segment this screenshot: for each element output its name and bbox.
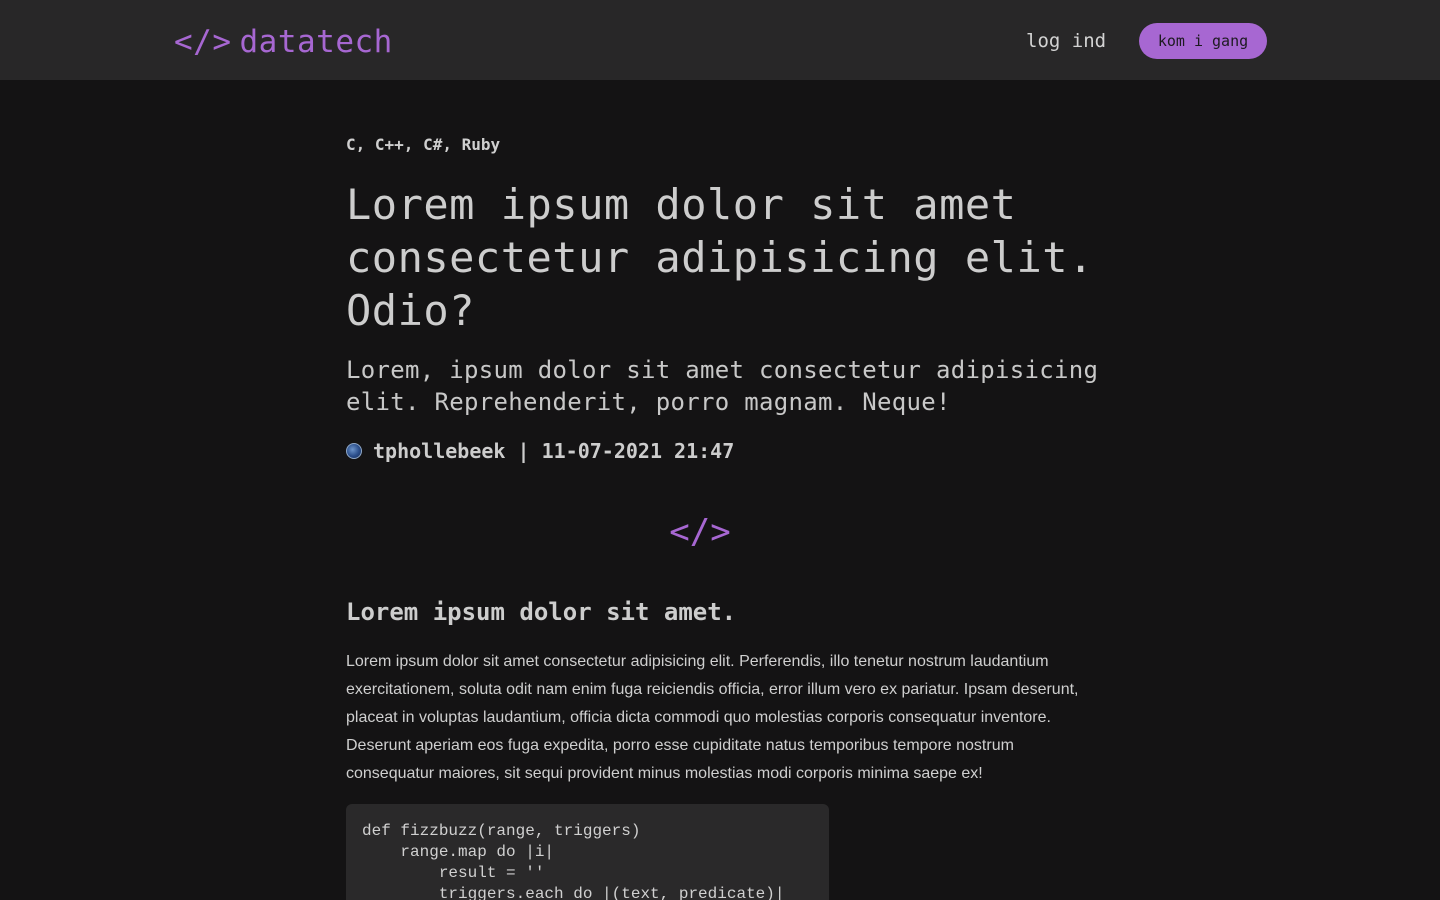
navbar: </> datatech log ind kom i gang xyxy=(0,0,1440,80)
code-icon: </> xyxy=(174,24,232,60)
body-paragraph: Lorem ipsum dolor sit amet consectetur a… xyxy=(346,653,1079,782)
code-line: range.map do |i| xyxy=(362,843,555,861)
article-subtitle: Lorem, ipsum dolor sit amet consectetur … xyxy=(346,356,1099,416)
code-block: def fizzbuzz(range, triggers) range.map … xyxy=(346,804,829,900)
article-title: Lorem ipsum dolor sit amet consectetur a… xyxy=(346,180,1094,335)
article-tags: C, C++, C#, Ruby xyxy=(346,135,501,154)
login-link[interactable]: log ind xyxy=(1026,28,1106,54)
avatar xyxy=(346,443,362,459)
author-date: tphollebeek | 11-07-2021 21:47 xyxy=(373,439,735,463)
code-line: triggers.each do |(text, predicate)| xyxy=(362,885,785,900)
get-started-button[interactable]: kom i gang xyxy=(1139,23,1267,59)
code-icon: </> xyxy=(669,512,731,552)
logo-link[interactable]: </> datatech xyxy=(174,22,393,62)
code-line: result = '' xyxy=(362,864,545,882)
logo-text: datatech xyxy=(239,24,393,60)
section-heading: Lorem ipsum dolor sit amet. xyxy=(346,598,737,626)
code-line: def fizzbuzz(range, triggers) xyxy=(362,822,641,840)
article-meta: tphollebeek | 11-07-2021 21:47 xyxy=(346,438,734,464)
